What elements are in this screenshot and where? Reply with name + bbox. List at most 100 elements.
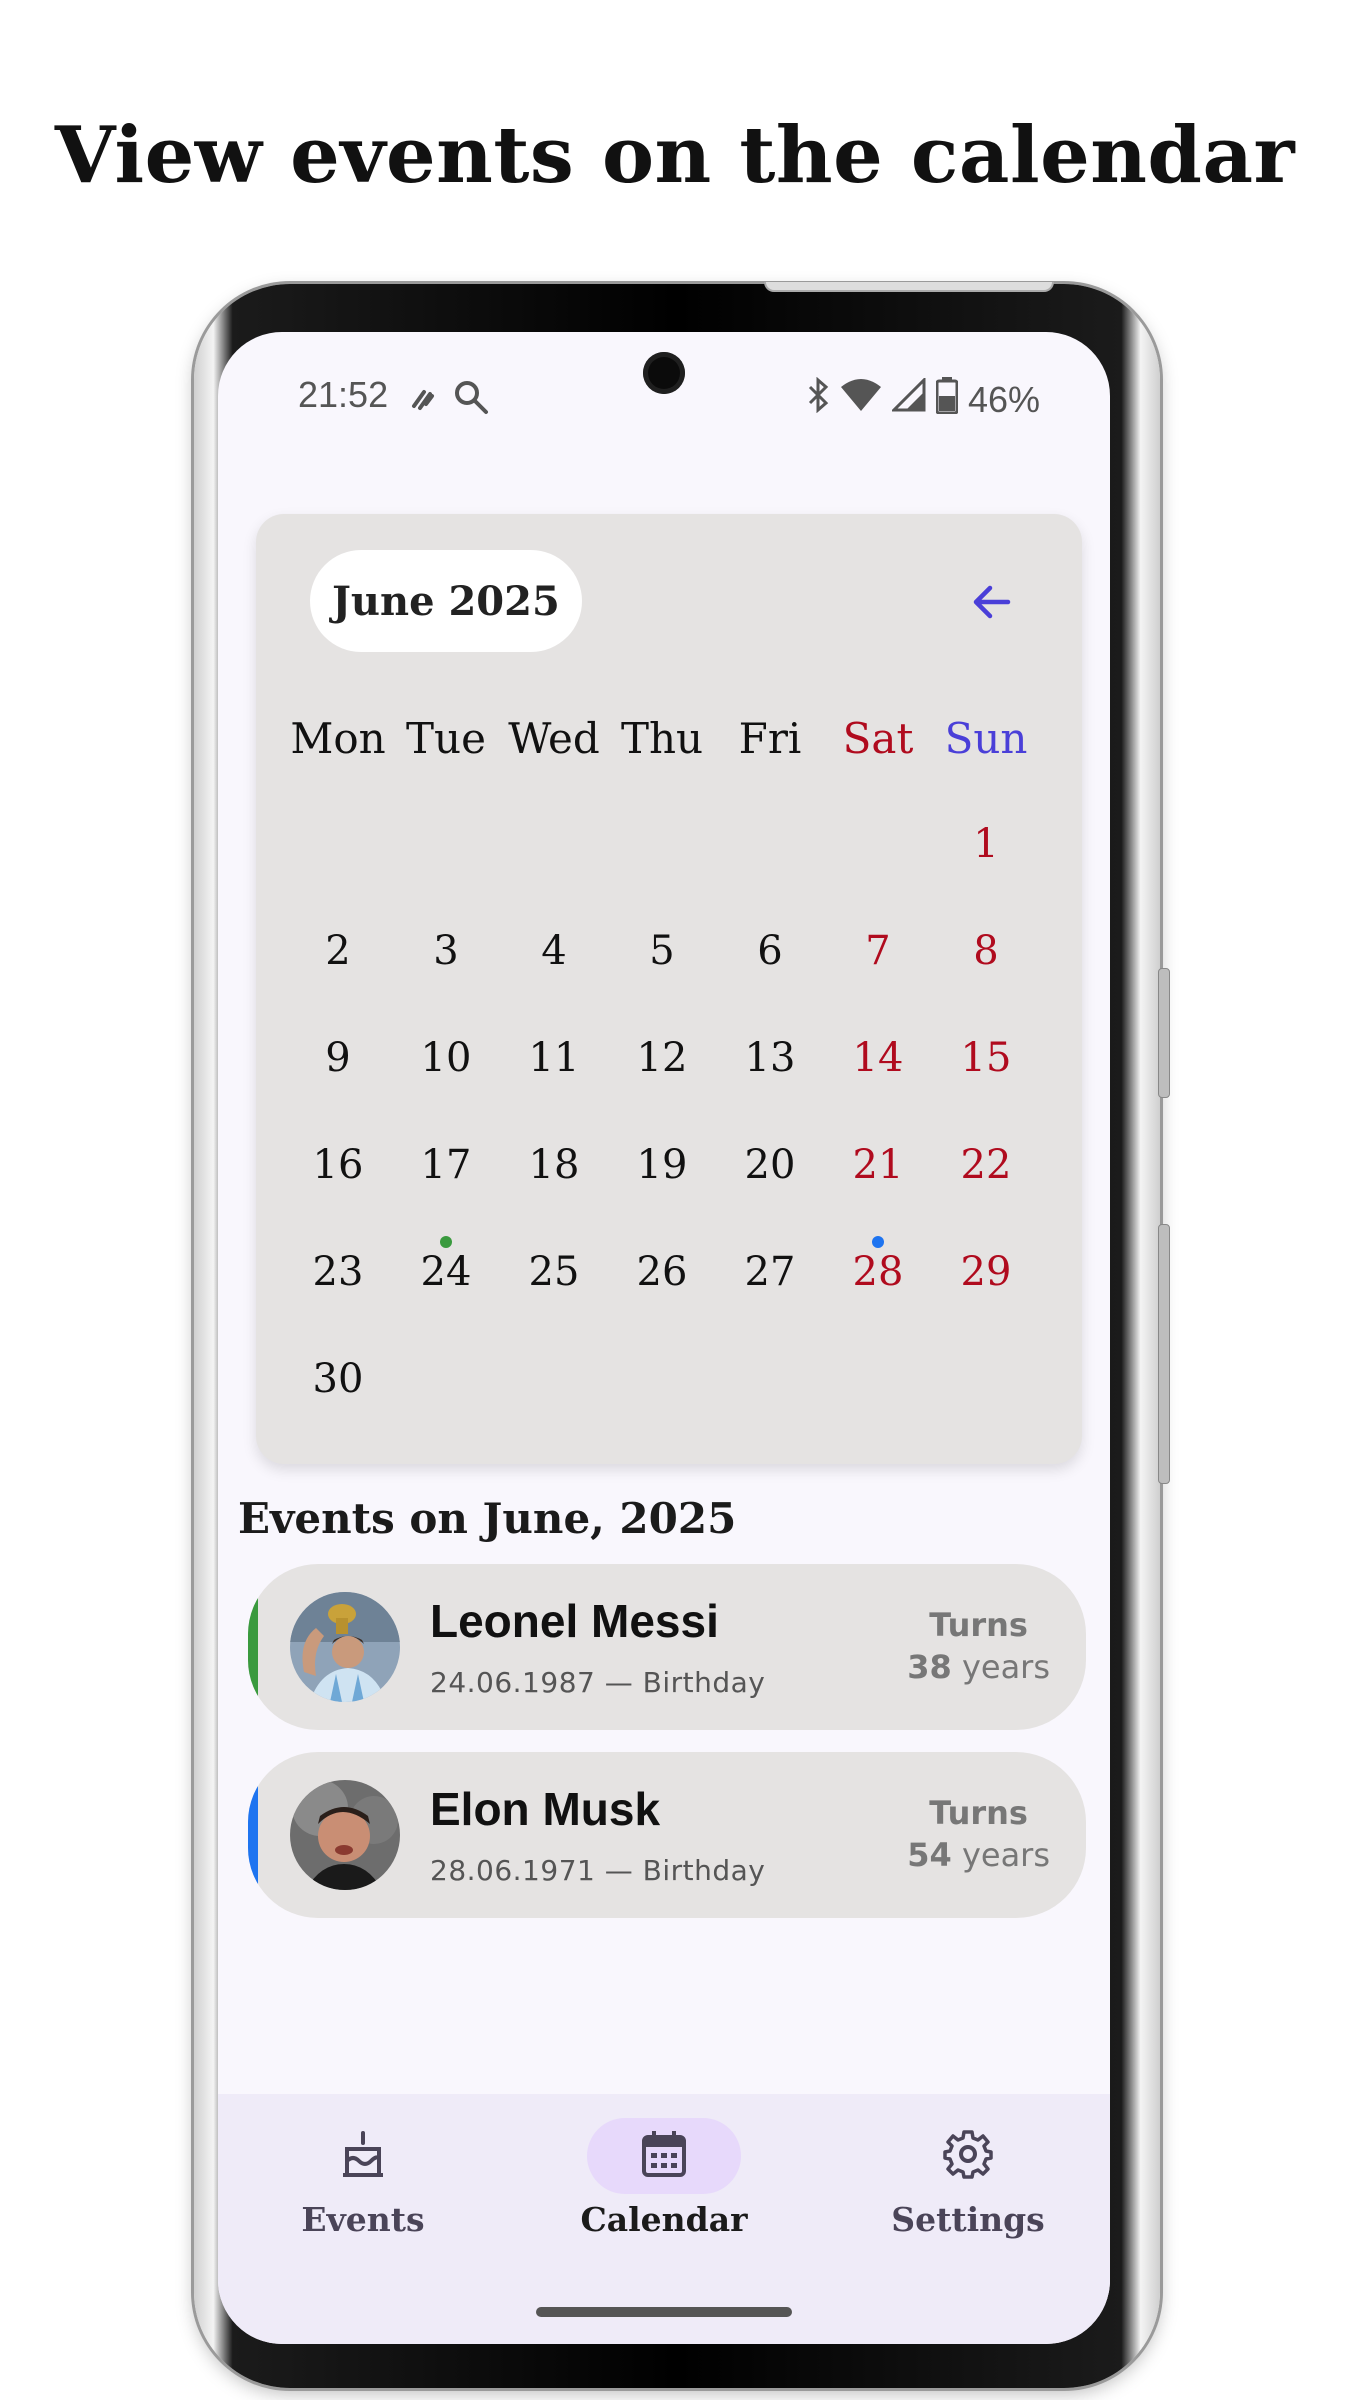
weekday-tue: Tue — [406, 714, 486, 763]
nav-label-events: Events — [301, 2200, 425, 2239]
nav-item-events[interactable]: Events — [253, 2118, 473, 2239]
battery-icon — [935, 376, 959, 423]
calendar-day-17[interactable]: 17 — [392, 1125, 500, 1232]
age-number: 38 — [907, 1648, 952, 1686]
calendar-day-25[interactable]: 25 — [500, 1232, 608, 1339]
events-section-title: Events on June, 2025 — [238, 1494, 737, 1543]
calendar-day-26[interactable]: 26 — [608, 1232, 716, 1339]
calendar-day-18[interactable]: 18 — [500, 1125, 608, 1232]
calendar-day-empty — [824, 804, 932, 911]
event-card[interactable]: Leonel Messi 24.06.1987 — Birthday Turns… — [248, 1564, 1086, 1730]
event-marker-dot — [872, 1236, 884, 1248]
event-accent-bar — [248, 1564, 258, 1730]
gear-icon — [943, 2129, 993, 2184]
calendar-day-empty — [824, 1339, 932, 1446]
phone-screen: 21:52 46% June 2025 Mon Tue Wed Thu Fri … — [218, 332, 1110, 2344]
calendar-day-empty — [716, 804, 824, 911]
calendar-day-empty — [608, 1339, 716, 1446]
calendar-day-20[interactable]: 20 — [716, 1125, 824, 1232]
event-accent-bar — [248, 1752, 258, 1918]
calendar-day-empty — [284, 804, 392, 911]
weekday-wed: Wed — [508, 714, 600, 763]
nav-item-settings[interactable]: Settings — [858, 2118, 1078, 2239]
calendar-day-3[interactable]: 3 — [392, 911, 500, 1018]
phone-frame: 21:52 46% June 2025 Mon Tue Wed Thu Fri … — [194, 282, 1170, 2388]
event-age: Turns 54 years — [907, 1794, 1050, 1874]
calendar-icon — [640, 2129, 688, 2184]
calendar-day-22[interactable]: 22 — [932, 1125, 1040, 1232]
weekday-sat: Sat — [842, 714, 914, 763]
event-person-name: Leonel Messi — [430, 1595, 719, 1647]
calendar-day-14[interactable]: 14 — [824, 1018, 932, 1125]
weekday-sun: Sun — [944, 714, 1028, 763]
phone-top-edge — [764, 282, 1054, 292]
calendar-day-13[interactable]: 13 — [716, 1018, 824, 1125]
age-unit: years — [961, 1836, 1050, 1874]
event-date-type: 24.06.1987 — Birthday — [430, 1666, 766, 1699]
calendar-day-empty — [392, 804, 500, 911]
avatar — [290, 1780, 400, 1890]
home-indicator[interactable] — [536, 2307, 792, 2317]
calendar-card: June 2025 Mon Tue Wed Thu Fri Sat Sun 12… — [256, 514, 1082, 1464]
age-number: 54 — [907, 1836, 952, 1874]
weekday-fri: Fri — [738, 714, 802, 763]
calendar-day-2[interactable]: 2 — [284, 911, 392, 1018]
nav-label-settings: Settings — [891, 2200, 1045, 2239]
back-arrow-icon[interactable] — [968, 578, 1016, 626]
calendar-day-19[interactable]: 19 — [608, 1125, 716, 1232]
weekday-mon: Mon — [290, 714, 386, 763]
calendar-day-7[interactable]: 7 — [824, 911, 932, 1018]
calendar-day-21[interactable]: 21 — [824, 1125, 932, 1232]
avatar — [290, 1592, 400, 1702]
calendar-day-16[interactable]: 16 — [284, 1125, 392, 1232]
event-age: Turns 38 years — [907, 1606, 1050, 1686]
calendar-day-30[interactable]: 30 — [284, 1339, 392, 1446]
calendar-day-9[interactable]: 9 — [284, 1018, 392, 1125]
calendar-day-4[interactable]: 4 — [500, 911, 608, 1018]
calendar-day-1[interactable]: 1 — [932, 804, 1040, 911]
calendar-day-11[interactable]: 11 — [500, 1018, 608, 1125]
status-time: 21:52 — [298, 374, 389, 415]
volume-button — [1158, 1224, 1170, 1484]
calendar-day-grid: 1 2 3 4 5 6 7 8 9 10 11 12 13 14 15 16 17 18 19 20 21 22 23 24 2… — [284, 804, 1040, 1446]
cell-signal-icon — [890, 376, 926, 421]
weekday-thu: Thu — [620, 714, 704, 763]
calendar-day-empty — [608, 804, 716, 911]
event-person-name: Elon Musk — [430, 1783, 661, 1835]
calendar-day-empty — [500, 1339, 608, 1446]
power-button — [1158, 968, 1170, 1098]
month-selector[interactable]: June 2025 — [310, 550, 582, 652]
calendar-day-28[interactable]: 28 — [824, 1232, 932, 1339]
calendar-day-15[interactable]: 15 — [932, 1018, 1040, 1125]
calendar-day-27[interactable]: 27 — [716, 1232, 824, 1339]
event-marker-dot — [440, 1236, 452, 1248]
weekday-header: Mon Tue Wed Thu Fri Sat Sun — [284, 714, 1040, 763]
calendar-day-24[interactable]: 24 — [392, 1232, 500, 1339]
month-label: June 2025 — [332, 577, 560, 625]
calendar-day-empty — [392, 1339, 500, 1446]
nav-active-pill — [587, 2118, 741, 2194]
cake-icon — [339, 2129, 387, 2184]
turns-label: Turns — [929, 1794, 1028, 1832]
wifi-icon — [840, 377, 882, 422]
event-card[interactable]: Elon Musk 28.06.1971 — Birthday Turns 54… — [248, 1752, 1086, 1918]
calendar-day-8[interactable]: 8 — [932, 911, 1040, 1018]
event-date-type: 28.06.1971 — Birthday — [430, 1854, 766, 1887]
calendar-day-empty — [716, 1339, 824, 1446]
nav-item-calendar[interactable]: Calendar — [554, 2118, 774, 2239]
calendar-day-10[interactable]: 10 — [392, 1018, 500, 1125]
nav-label-calendar: Calendar — [580, 2200, 748, 2239]
status-bar: 21:52 46% — [218, 372, 1110, 422]
calendar-day-12[interactable]: 12 — [608, 1018, 716, 1125]
calendar-day-empty — [500, 804, 608, 911]
bluetooth-icon — [806, 376, 830, 422]
calendar-day-6[interactable]: 6 — [716, 911, 824, 1018]
swipe-icon — [408, 381, 438, 423]
battery-percent: 46% — [967, 378, 1040, 420]
page-headline: View events on the calendar — [54, 110, 1296, 201]
turns-label: Turns — [929, 1606, 1028, 1644]
calendar-day-29[interactable]: 29 — [932, 1232, 1040, 1339]
age-unit: years — [961, 1648, 1050, 1686]
calendar-day-5[interactable]: 5 — [608, 911, 716, 1018]
calendar-day-23[interactable]: 23 — [284, 1232, 392, 1339]
